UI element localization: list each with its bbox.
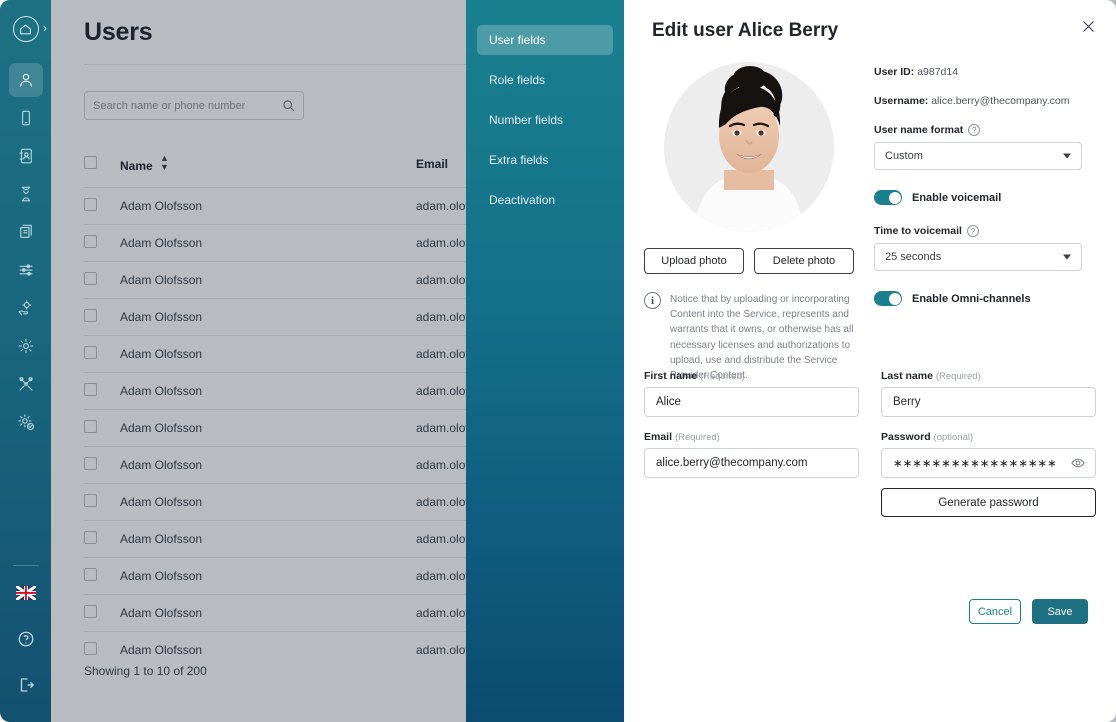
modal-tab-extra-fields[interactable]: Extra fields	[477, 145, 613, 175]
save-button[interactable]: Save	[1032, 599, 1088, 624]
email-label-text: Email	[644, 431, 673, 443]
rail-bottom-group	[0, 559, 51, 714]
first-name-required: (Required)	[700, 371, 745, 382]
tools-icon[interactable]	[9, 367, 43, 401]
rail-icon-list	[8, 63, 43, 443]
last-name-value: Berry	[893, 396, 921, 408]
time-to-voicemail-select[interactable]: 25 seconds	[874, 243, 1082, 271]
avatar-column: Upload photo Delete photo i Notice that …	[644, 62, 854, 383]
email-required: (Required)	[674, 432, 720, 443]
user-id-row: User ID: a987d14	[874, 66, 1082, 78]
username-value: alice.berry@thecompany.com	[931, 95, 1070, 107]
time-to-voicemail-label-text: Time to voicemail	[874, 225, 962, 237]
email-label: Email (Required)	[644, 431, 859, 443]
chevron-down-icon	[1063, 153, 1071, 159]
cancel-button[interactable]: Cancel	[969, 599, 1021, 624]
password-field[interactable]: ∗∗∗∗∗∗∗∗∗∗∗∗∗∗∗∗∗	[881, 448, 1096, 478]
photo-buttons: Upload photo Delete photo	[644, 248, 854, 274]
modal-tab-user-fields[interactable]: User fields	[477, 25, 613, 55]
uk-flag-icon[interactable]	[9, 576, 43, 610]
username-format-label-text: User name format	[874, 124, 964, 136]
user-form: First name (Required) Alice Last name (R…	[644, 370, 1096, 531]
mobile-phone-icon[interactable]	[9, 101, 43, 135]
logout-icon[interactable]	[9, 668, 43, 702]
last-name-label-text: Last name	[881, 370, 933, 382]
eye-icon[interactable]	[1071, 456, 1085, 470]
password-group: Password (optional) ∗∗∗∗∗∗∗∗∗∗∗∗∗∗∗∗∗ Ge…	[881, 431, 1096, 517]
user-avatar-photo	[664, 62, 834, 232]
modal-tab-panel: User fields Role fields Number fields Extra…	[466, 0, 624, 722]
app-window: Users Search name or phone number Name ▲…	[0, 0, 1116, 722]
enable-voicemail-row[interactable]: Enable voicemail	[874, 190, 1082, 205]
edit-user-modal: Edit user Alice Berry Upload photo Delet…	[624, 0, 1116, 722]
modal-tab-number-fields[interactable]: Number fields	[477, 105, 613, 135]
enable-omni-label: Enable Omni-channels	[912, 292, 1031, 305]
gear-check-icon[interactable]	[9, 405, 43, 439]
password-value: ∗∗∗∗∗∗∗∗∗∗∗∗∗∗∗∗∗	[893, 458, 1057, 470]
modal-tab-deactivation[interactable]: Deactivation	[477, 185, 613, 215]
chevron-down-icon	[1063, 254, 1071, 260]
help-circle-icon[interactable]: ?	[966, 225, 979, 237]
home-button[interactable]: ›	[0, 0, 51, 58]
user-id-value: a987d14	[917, 66, 959, 78]
password-optional: (optional)	[933, 432, 974, 443]
password-label-text: Password	[881, 431, 931, 443]
username-format-value: Custom	[885, 150, 923, 162]
username-row: Username: alice.berry@thecompany.com	[874, 95, 1082, 107]
first-name-label-text: First name	[644, 370, 698, 382]
username-format-select[interactable]: Custom	[874, 142, 1082, 170]
modal-title: Edit user Alice Berry	[652, 20, 839, 41]
user-settings-column: User ID: a987d14 Username: alice.berry@t…	[874, 66, 1082, 326]
email-value: alice.berry@thecompany.com	[656, 457, 808, 469]
close-icon[interactable]	[1076, 14, 1100, 38]
left-nav-rail: ›	[0, 0, 51, 722]
enable-omni-row[interactable]: Enable Omni-channels	[874, 291, 1082, 306]
gear-icon[interactable]	[9, 329, 43, 363]
invoice-icon[interactable]	[9, 215, 43, 249]
delete-photo-button[interactable]: Delete photo	[754, 248, 854, 274]
sliders-icon[interactable]	[9, 253, 43, 287]
username-format-label: User name format ?	[874, 124, 1082, 136]
modal-footer-buttons: Cancel Save	[969, 599, 1088, 624]
time-to-voicemail-value: 25 seconds	[885, 251, 942, 263]
username-label: Username:	[874, 95, 929, 107]
hand-gear-icon[interactable]	[9, 291, 43, 325]
modal-tab-role-fields[interactable]: Role fields	[477, 65, 613, 95]
last-name-required: (Required)	[935, 371, 981, 382]
user-icon[interactable]	[8, 63, 43, 97]
first-name-label: First name (Required)	[644, 370, 859, 382]
upload-photo-button[interactable]: Upload photo	[644, 248, 744, 274]
email-group: Email (Required) alice.berry@thecompany.…	[644, 431, 859, 517]
call-queue-icon[interactable]	[9, 177, 43, 211]
user-id-label: User ID:	[874, 66, 915, 78]
enable-voicemail-toggle[interactable]	[874, 190, 902, 205]
first-name-field[interactable]: Alice	[644, 387, 859, 417]
rail-divider	[12, 565, 39, 566]
enable-omni-toggle[interactable]	[874, 291, 902, 306]
email-field[interactable]: alice.berry@thecompany.com	[644, 448, 859, 478]
chevron-right-icon[interactable]: ›	[43, 22, 47, 34]
password-label: Password (optional)	[881, 431, 1096, 443]
time-to-voicemail-label: Time to voicemail ?	[874, 225, 1082, 237]
info-icon: i	[644, 292, 661, 309]
question-circle-icon[interactable]	[9, 622, 43, 656]
generate-password-button[interactable]: Generate password	[881, 488, 1096, 517]
last-name-group: Last name (Required) Berry	[881, 370, 1096, 417]
home-icon	[12, 16, 39, 42]
address-book-icon[interactable]	[9, 139, 43, 173]
last-name-field[interactable]: Berry	[881, 387, 1096, 417]
last-name-label: Last name (Required)	[881, 370, 1096, 382]
help-circle-icon[interactable]: ?	[968, 124, 981, 136]
enable-voicemail-label: Enable voicemail	[912, 191, 1002, 204]
first-name-group: First name (Required) Alice	[644, 370, 859, 417]
first-name-value: Alice	[656, 396, 681, 408]
